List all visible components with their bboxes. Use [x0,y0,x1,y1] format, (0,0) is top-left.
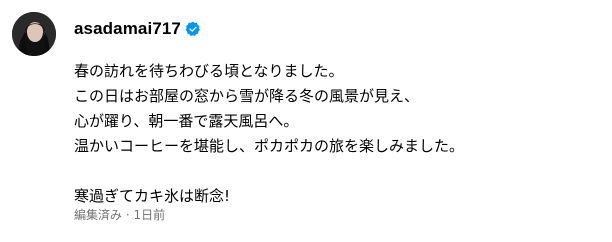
meta-separator: · [122,207,134,222]
profile-avatar[interactable] [12,12,56,56]
caption-line: 心が躍り、朝一番で露天風呂へ。 [74,112,299,130]
caption-line: この日はお部屋の窓から雪が降る冬の風景が見え、 [74,87,420,105]
avatar-image [12,12,56,56]
post-header: asadamai717 [74,16,201,42]
verified-badge-icon [185,21,201,37]
post-caption: 春の訪れを待ちわびる頃となりました。 この日はお部屋の窓から雪が降る冬の風景が見… [74,59,604,209]
post-meta: 編集済み · 1日前 [74,206,165,223]
edited-label: 編集済み [74,208,123,222]
caption-line: 温かいコーヒーを堪能し、ポカポカの旅を楽しみました。 [74,137,465,155]
timestamp-link[interactable]: 1日前 [133,206,165,223]
caption-line: 春の訪れを待ちわびる頃となりました。 [74,62,344,80]
username-link[interactable]: asadamai717 [74,19,181,39]
